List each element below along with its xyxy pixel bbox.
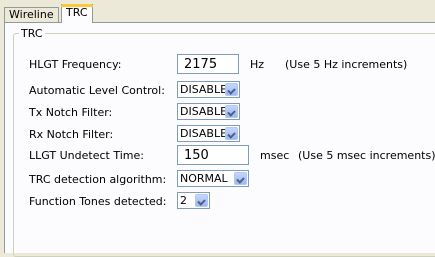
chevron-down-icon[interactable] [234,172,247,185]
algo-label: TRC detection algorithm: [29,173,167,186]
hlgt-frequency-input[interactable]: 2175 [177,54,239,74]
tab-wireline[interactable]: Wireline [4,7,59,22]
rx-notch-label: Rx Notch Filter: [29,128,114,141]
chevron-down-icon[interactable] [225,105,238,118]
rx-notch-select[interactable]: DISABLED [177,125,240,142]
chevron-down-icon[interactable] [195,194,208,207]
algo-row: TRC detection algorithm: NORMAL [14,169,435,191]
tab-trc[interactable]: TRC [61,4,93,23]
algo-select[interactable]: NORMAL [177,170,249,187]
tx-notch-select[interactable]: DISABLED [177,103,240,120]
algo-select-value: NORMAL [180,172,228,185]
hlgt-label: HLGT Frequency: [29,58,122,71]
group-title: TRC [19,27,45,40]
tones-label: Function Tones detected: [29,195,167,208]
llgt-unit: msec [260,149,290,162]
trc-group: TRC HLGT Frequency: 2175 Hz (Use 5 Hz in… [13,27,435,257]
chevron-down-icon[interactable] [225,127,238,140]
tx-notch-row: Tx Notch Filter: DISABLED [14,102,435,124]
chevron-down-icon[interactable] [225,83,238,96]
llgt-hint: (Use 5 msec increments) [298,149,435,162]
alc-label: Automatic Level Control: [29,84,165,97]
tab-panel-trc: TRC HLGT Frequency: 2175 Hz (Use 5 Hz in… [4,22,435,257]
llgt-row: LLGT Undetect Time: 150 msec (Use 5 msec… [14,145,435,167]
llgt-undetect-input[interactable]: 150 [177,145,249,165]
hlgt-hint: (Use 5 Hz increments) [285,58,408,71]
tx-notch-label: Tx Notch Filter: [29,106,113,119]
tones-select-value: 2 [180,194,187,207]
alc-select[interactable]: DISABLED [177,81,240,98]
tones-row: Function Tones detected: 2 [14,191,435,213]
tones-select[interactable]: 2 [177,192,210,209]
alc-row: Automatic Level Control: DISABLED [14,80,435,102]
hlgt-unit: Hz [250,58,265,71]
rx-notch-row: Rx Notch Filter: DISABLED [14,124,435,146]
llgt-label: LLGT Undetect Time: [29,149,144,162]
hlgt-row: HLGT Frequency: 2175 Hz (Use 5 Hz increm… [14,54,435,76]
